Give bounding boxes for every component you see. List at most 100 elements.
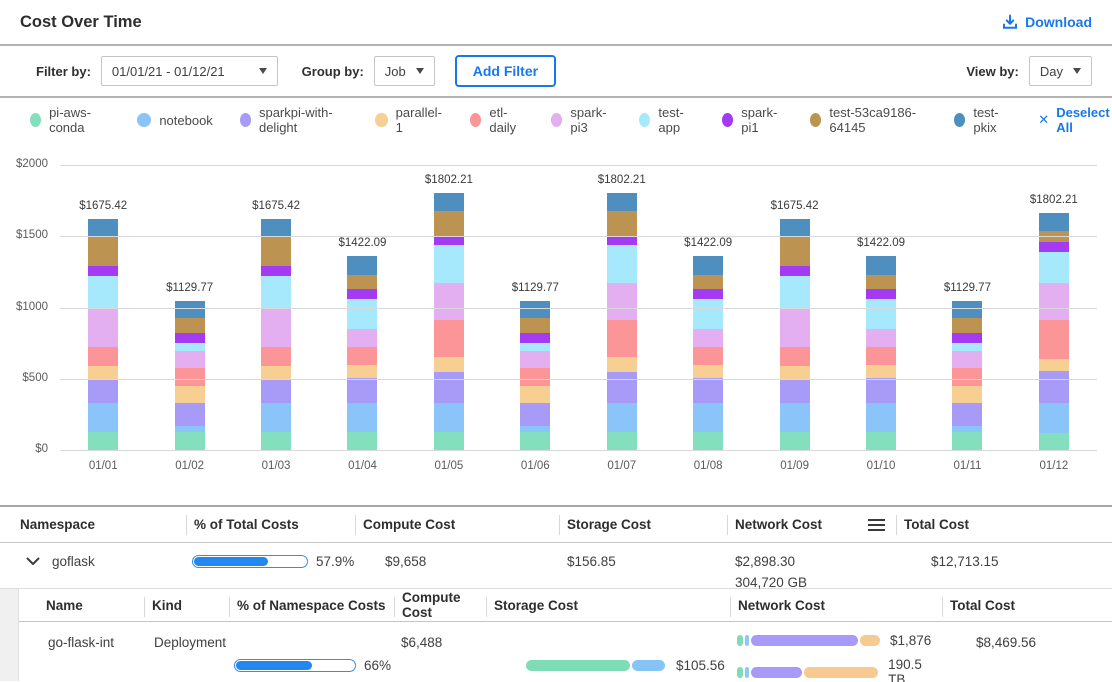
bar-segment-pi-aws-conda[interactable] (952, 432, 982, 450)
bar-segment-notebook[interactable] (866, 403, 896, 432)
chevron-down-icon[interactable] (26, 557, 40, 566)
stacked-bar-01/01[interactable] (88, 219, 118, 450)
stacked-bar-01/03[interactable] (261, 219, 291, 450)
bar-segment-pi-aws-conda[interactable] (261, 432, 291, 450)
bar-segment-test-app[interactable] (866, 299, 896, 329)
bar-segment-parallel-1[interactable] (261, 366, 291, 379)
bar-segment-spark-pi1[interactable] (693, 289, 723, 298)
download-button[interactable]: Download (1002, 14, 1092, 30)
stacked-bar-01/08[interactable] (693, 256, 723, 450)
bar-segment-test-pkix[interactable] (607, 193, 637, 211)
bar-segment-test-pkix[interactable] (693, 256, 723, 274)
bar-segment-spark-pi1[interactable] (520, 333, 550, 344)
bar-segment-test-app[interactable] (520, 343, 550, 351)
bar-segment-test-53ca9186-64145[interactable] (693, 275, 723, 290)
legend-item-sparkpi-with-delight[interactable]: sparkpi-with-delight (240, 105, 348, 135)
bar-segment-spark-pi1[interactable] (88, 266, 118, 276)
bar-segment-test-app[interactable] (607, 245, 637, 283)
bar-segment-parallel-1[interactable] (88, 366, 118, 379)
bar-segment-spark-pi3[interactable] (1039, 283, 1069, 320)
bar-segment-test-53ca9186-64145[interactable] (866, 275, 896, 290)
bar-segment-test-pkix[interactable] (261, 219, 291, 236)
bar-segment-etl-daily[interactable] (607, 320, 637, 357)
bar-segment-pi-aws-conda[interactable] (88, 432, 118, 450)
bar-segment-test-app[interactable] (1039, 252, 1069, 283)
bar-segment-test-53ca9186-64145[interactable] (347, 275, 377, 290)
legend-item-spark-pi1[interactable]: spark-pi1 (722, 105, 783, 135)
bar-segment-test-53ca9186-64145[interactable] (780, 236, 810, 266)
bar-segment-spark-pi3[interactable] (88, 308, 118, 348)
namespace-expander[interactable]: goflask (0, 552, 186, 569)
bar-segment-test-pkix[interactable] (952, 301, 982, 318)
stacked-bar-01/10[interactable] (866, 256, 896, 450)
bar-segment-etl-daily[interactable] (693, 347, 723, 365)
legend-item-test-pkix[interactable]: test-pkix (954, 105, 1011, 135)
stacked-bar-01/11[interactable] (952, 301, 982, 450)
legend-item-etl-daily[interactable]: etl-daily (470, 105, 524, 135)
bar-segment-spark-pi3[interactable] (780, 308, 810, 348)
bar-segment-sparkpi-with-delight[interactable] (520, 403, 550, 425)
stacked-bar-01/09[interactable] (780, 219, 810, 450)
bar-segment-test-app[interactable] (952, 343, 982, 351)
stacked-bar-01/12[interactable] (1039, 213, 1069, 450)
bar-segment-test-pkix[interactable] (434, 193, 464, 211)
bar-segment-pi-aws-conda[interactable] (780, 432, 810, 450)
bar-segment-etl-daily[interactable] (520, 368, 550, 386)
bar-segment-parallel-1[interactable] (434, 357, 464, 372)
bar-segment-test-app[interactable] (347, 299, 377, 329)
bar-segment-sparkpi-with-delight[interactable] (175, 403, 205, 425)
bar-segment-notebook[interactable] (261, 403, 291, 432)
bar-segment-test-app[interactable] (780, 276, 810, 308)
bar-segment-notebook[interactable] (1039, 403, 1069, 432)
bar-segment-test-app[interactable] (434, 245, 464, 283)
bar-segment-sparkpi-with-delight[interactable] (88, 379, 118, 404)
stacked-bar-01/06[interactable] (520, 301, 550, 450)
bar-segment-etl-daily[interactable] (175, 368, 205, 386)
bar-segment-test-pkix[interactable] (175, 301, 205, 318)
bar-segment-spark-pi3[interactable] (175, 351, 205, 368)
bar-segment-test-53ca9186-64145[interactable] (434, 211, 464, 237)
bar-segment-parallel-1[interactable] (520, 386, 550, 404)
bar-segment-test-53ca9186-64145[interactable] (952, 318, 982, 332)
bar-segment-spark-pi1[interactable] (952, 333, 982, 344)
bar-segment-pi-aws-conda[interactable] (693, 432, 723, 450)
bar-segment-test-app[interactable] (261, 276, 291, 308)
bar-segment-pi-aws-conda[interactable] (434, 432, 464, 450)
bar-segment-parallel-1[interactable] (347, 365, 377, 378)
stacked-bar-01/05[interactable] (434, 193, 464, 450)
bar-segment-test-53ca9186-64145[interactable] (607, 211, 637, 237)
bar-segment-pi-aws-conda[interactable] (520, 432, 550, 450)
bar-segment-etl-daily[interactable] (952, 368, 982, 386)
bar-segment-test-app[interactable] (175, 343, 205, 351)
bar-segment-test-53ca9186-64145[interactable] (175, 318, 205, 332)
bar-segment-sparkpi-with-delight[interactable] (607, 372, 637, 404)
bar-segment-test-pkix[interactable] (520, 301, 550, 318)
bar-segment-notebook[interactable] (780, 403, 810, 432)
bar-segment-etl-daily[interactable] (1039, 320, 1069, 358)
bar-segment-test-pkix[interactable] (347, 256, 377, 274)
bar-segment-spark-pi3[interactable] (520, 351, 550, 368)
bar-segment-spark-pi3[interactable] (693, 329, 723, 347)
bar-segment-spark-pi1[interactable] (434, 237, 464, 245)
column-menu-icon[interactable] (867, 518, 886, 532)
bar-segment-spark-pi1[interactable] (175, 333, 205, 344)
bar-segment-sparkpi-with-delight[interactable] (866, 378, 896, 404)
bar-segment-spark-pi1[interactable] (1039, 242, 1069, 252)
bar-segment-pi-aws-conda[interactable] (175, 432, 205, 450)
group-by-select[interactable]: Job (374, 56, 435, 86)
bar-segment-pi-aws-conda[interactable] (607, 432, 637, 450)
view-by-select[interactable]: Day (1029, 56, 1092, 86)
bar-segment-etl-daily[interactable] (780, 347, 810, 366)
bar-segment-parallel-1[interactable] (1039, 359, 1069, 371)
bar-segment-spark-pi1[interactable] (261, 266, 291, 276)
bar-segment-notebook[interactable] (347, 403, 377, 432)
bar-segment-spark-pi1[interactable] (347, 289, 377, 298)
bar-segment-parallel-1[interactable] (780, 366, 810, 379)
bar-segment-parallel-1[interactable] (693, 365, 723, 378)
bar-segment-sparkpi-with-delight[interactable] (434, 372, 464, 404)
bar-segment-pi-aws-conda[interactable] (866, 432, 896, 450)
bar-segment-sparkpi-with-delight[interactable] (347, 378, 377, 404)
bar-segment-spark-pi1[interactable] (607, 237, 637, 245)
bar-segment-sparkpi-with-delight[interactable] (693, 378, 723, 404)
bar-segment-notebook[interactable] (434, 403, 464, 432)
